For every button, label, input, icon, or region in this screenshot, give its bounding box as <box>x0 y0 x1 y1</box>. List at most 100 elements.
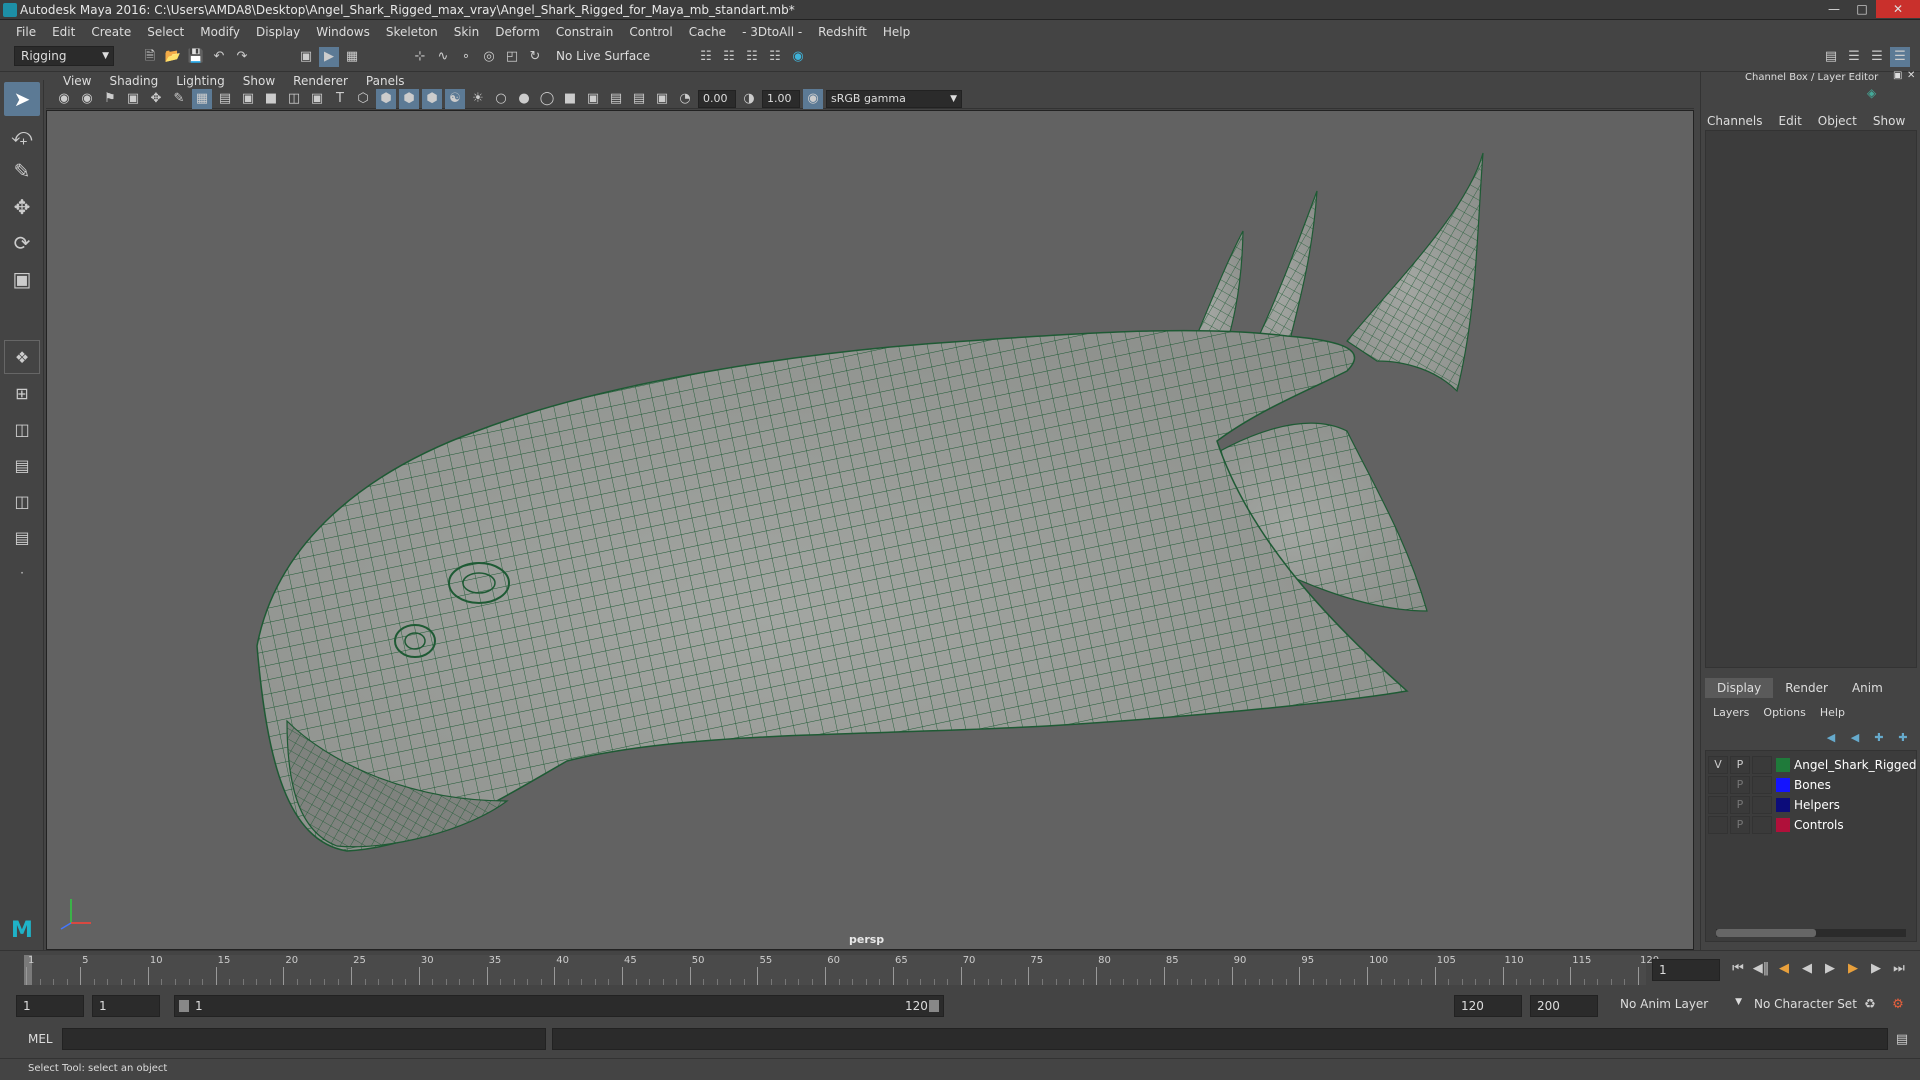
mode-dropdown[interactable]: Rigging ▼ <box>14 46 114 66</box>
render-view-icon[interactable]: ☷ <box>765 47 785 67</box>
layer-list-scrollbar[interactable] <box>1716 929 1906 937</box>
menu-display[interactable]: Display <box>248 25 308 39</box>
anim-layer-dropdown[interactable]: No Anim Layer ▼ <box>1620 997 1744 1017</box>
maximize-button[interactable]: □ <box>1848 0 1876 18</box>
safe-title-icon[interactable]: T <box>330 89 350 109</box>
xray-icon[interactable]: ▤ <box>606 89 626 109</box>
hypershade-icon[interactable]: ◉ <box>788 47 808 67</box>
float-panel-icon[interactable]: ▣ <box>1893 70 1902 81</box>
modeling-toolkit-icon[interactable]: ▤ <box>1821 47 1841 67</box>
rotate-tool-icon[interactable]: ⟳ <box>4 226 40 260</box>
layer-color-swatch[interactable] <box>1776 818 1790 832</box>
layer-color-swatch[interactable] <box>1776 798 1790 812</box>
panel-menu-panels[interactable]: Panels <box>357 74 414 88</box>
hypershade-layout-icon[interactable]: ▤ <box>4 520 40 554</box>
wireframe-on-shaded-icon[interactable]: ⬢ <box>399 88 419 109</box>
step-back-key-icon[interactable]: ◀ <box>1774 959 1794 979</box>
smooth-shade-icon[interactable]: ⬢ <box>376 88 396 109</box>
channel-box-toggle-icon[interactable]: ☰ <box>1890 47 1910 67</box>
layer-playback-toggle[interactable]: P <box>1730 816 1750 834</box>
step-forward-frame-icon[interactable]: ▶ <box>1866 959 1886 979</box>
select-tool-icon[interactable]: ➤ <box>4 82 40 116</box>
layer-playback-toggle[interactable]: P <box>1730 796 1750 814</box>
animation-end-field[interactable]: 200 <box>1530 995 1598 1017</box>
layer-name[interactable]: Controls <box>1794 818 1844 832</box>
channel-menu-show[interactable]: Show <box>1873 114 1905 128</box>
panel-menu-show[interactable]: Show <box>234 74 284 88</box>
anti-aliasing-icon[interactable]: ◯ <box>537 89 557 109</box>
layer-tab-render[interactable]: Render <box>1773 678 1840 698</box>
snap-grid-icon[interactable]: ⊹ <box>410 47 430 67</box>
panel-menu-lighting[interactable]: Lighting <box>167 74 234 88</box>
angel-shark-wireframe-model[interactable] <box>47 111 1694 950</box>
textured-icon[interactable]: ⬢ <box>422 88 442 109</box>
go-to-start-icon[interactable]: ⏮ <box>1728 959 1748 979</box>
menu-skin[interactable]: Skin <box>446 25 488 39</box>
layer-name[interactable]: Helpers <box>1794 798 1840 812</box>
character-set-dropdown[interactable]: No Character Set <box>1754 997 1870 1017</box>
menu-help[interactable]: Help <box>875 25 918 39</box>
render-settings-icon[interactable]: ☷ <box>696 47 716 67</box>
render-frame-icon[interactable]: ☷ <box>719 47 739 67</box>
2d-pan-zoom-icon[interactable]: ✥ <box>146 89 166 109</box>
outliner-layout-icon[interactable]: ▤ <box>4 448 40 482</box>
new-layer-selected-icon[interactable]: ✚ <box>1893 728 1913 748</box>
color-management-icon[interactable]: ◉ <box>803 88 823 109</box>
layer-row[interactable]: V P Angel_Shark_Rigged <box>1708 755 1918 775</box>
layer-type-toggle[interactable] <box>1752 816 1772 834</box>
open-scene-icon[interactable]: 📂 <box>163 47 183 67</box>
time-slider[interactable]: 1 5 10 15 20 25 30 35 40 45 50 55 60 65 70 75 80 85 90 95 10… <box>0 950 1920 988</box>
animation-start-field[interactable]: 1 <box>16 995 84 1017</box>
layer-tab-anim[interactable]: Anim <box>1840 678 1895 698</box>
move-tool-icon[interactable]: ✥ <box>4 190 40 224</box>
menu-deform[interactable]: Deform <box>487 25 548 39</box>
panel-menu-renderer[interactable]: Renderer <box>284 74 357 88</box>
playback-start-field[interactable]: 1 <box>92 995 160 1017</box>
move-layer-up-icon[interactable]: ◀ <box>1821 728 1841 748</box>
close-panel-icon[interactable]: ✕ <box>1907 70 1915 81</box>
current-frame-field[interactable]: 1 <box>1652 959 1720 981</box>
more-layouts-icon[interactable]: · <box>4 556 40 590</box>
film-gate-icon[interactable]: ▤ <box>215 89 235 109</box>
camera-attributes-icon[interactable]: ◉ <box>77 89 97 109</box>
channel-menu-object[interactable]: Object <box>1818 114 1857 128</box>
minimize-button[interactable]: — <box>1820 0 1848 18</box>
menu-edit[interactable]: Edit <box>44 25 83 39</box>
channel-menu-edit[interactable]: Edit <box>1779 114 1802 128</box>
new-scene-icon[interactable]: 🗎 <box>140 47 160 67</box>
field-chart-icon[interactable]: ◫ <box>284 89 304 109</box>
four-view-layout-icon[interactable]: ⊞ <box>4 376 40 410</box>
menu-create[interactable]: Create <box>83 25 139 39</box>
undo-icon[interactable]: ↶ <box>209 47 229 67</box>
panel-menu-shading[interactable]: Shading <box>100 74 167 88</box>
snap-surface-icon[interactable]: ◰ <box>502 47 522 67</box>
select-object-icon[interactable]: ▶ <box>319 47 339 67</box>
color-space-dropdown[interactable]: sRGB gamma ▼ <box>826 89 962 108</box>
xray-components-icon[interactable]: ▣ <box>652 89 672 109</box>
menu-file[interactable]: File <box>8 25 44 39</box>
layer-color-swatch[interactable] <box>1776 758 1790 772</box>
side-by-side-layout-icon[interactable]: ◫ <box>4 412 40 446</box>
grid-icon[interactable]: ▦ <box>192 88 212 109</box>
command-language-label[interactable]: MEL <box>28 1032 53 1046</box>
range-slider-end-handle[interactable] <box>929 1000 939 1012</box>
graph-layout-icon[interactable]: ◫ <box>4 484 40 518</box>
play-forwards-icon[interactable]: ▶ <box>1820 959 1840 979</box>
panel-menu-view[interactable]: View <box>54 74 100 88</box>
command-input[interactable] <box>62 1028 546 1050</box>
layer-row[interactable]: P Helpers <box>1708 795 1918 815</box>
perspective-viewport[interactable]: persp <box>46 110 1694 950</box>
menu-skeleton[interactable]: Skeleton <box>378 25 446 39</box>
script-editor-icon[interactable]: ▤ <box>1892 1030 1912 1050</box>
layer-visibility-toggle[interactable] <box>1708 776 1728 794</box>
snap-curve-icon[interactable]: ∿ <box>433 47 453 67</box>
auto-key-icon[interactable]: ♻ <box>1860 995 1880 1015</box>
snap-live-icon[interactable]: ↻ <box>525 47 545 67</box>
grease-pencil-icon[interactable]: ✎ <box>169 89 189 109</box>
channel-menu-channels[interactable]: Channels <box>1707 114 1763 128</box>
range-slider-start-handle[interactable] <box>179 1000 189 1012</box>
shadows-icon[interactable]: ☀ <box>468 89 488 109</box>
select-hierarchy-icon[interactable]: ▣ <box>296 47 316 67</box>
snap-point-icon[interactable]: ∘ <box>456 47 476 67</box>
range-slider[interactable]: 1 120 <box>174 995 944 1017</box>
